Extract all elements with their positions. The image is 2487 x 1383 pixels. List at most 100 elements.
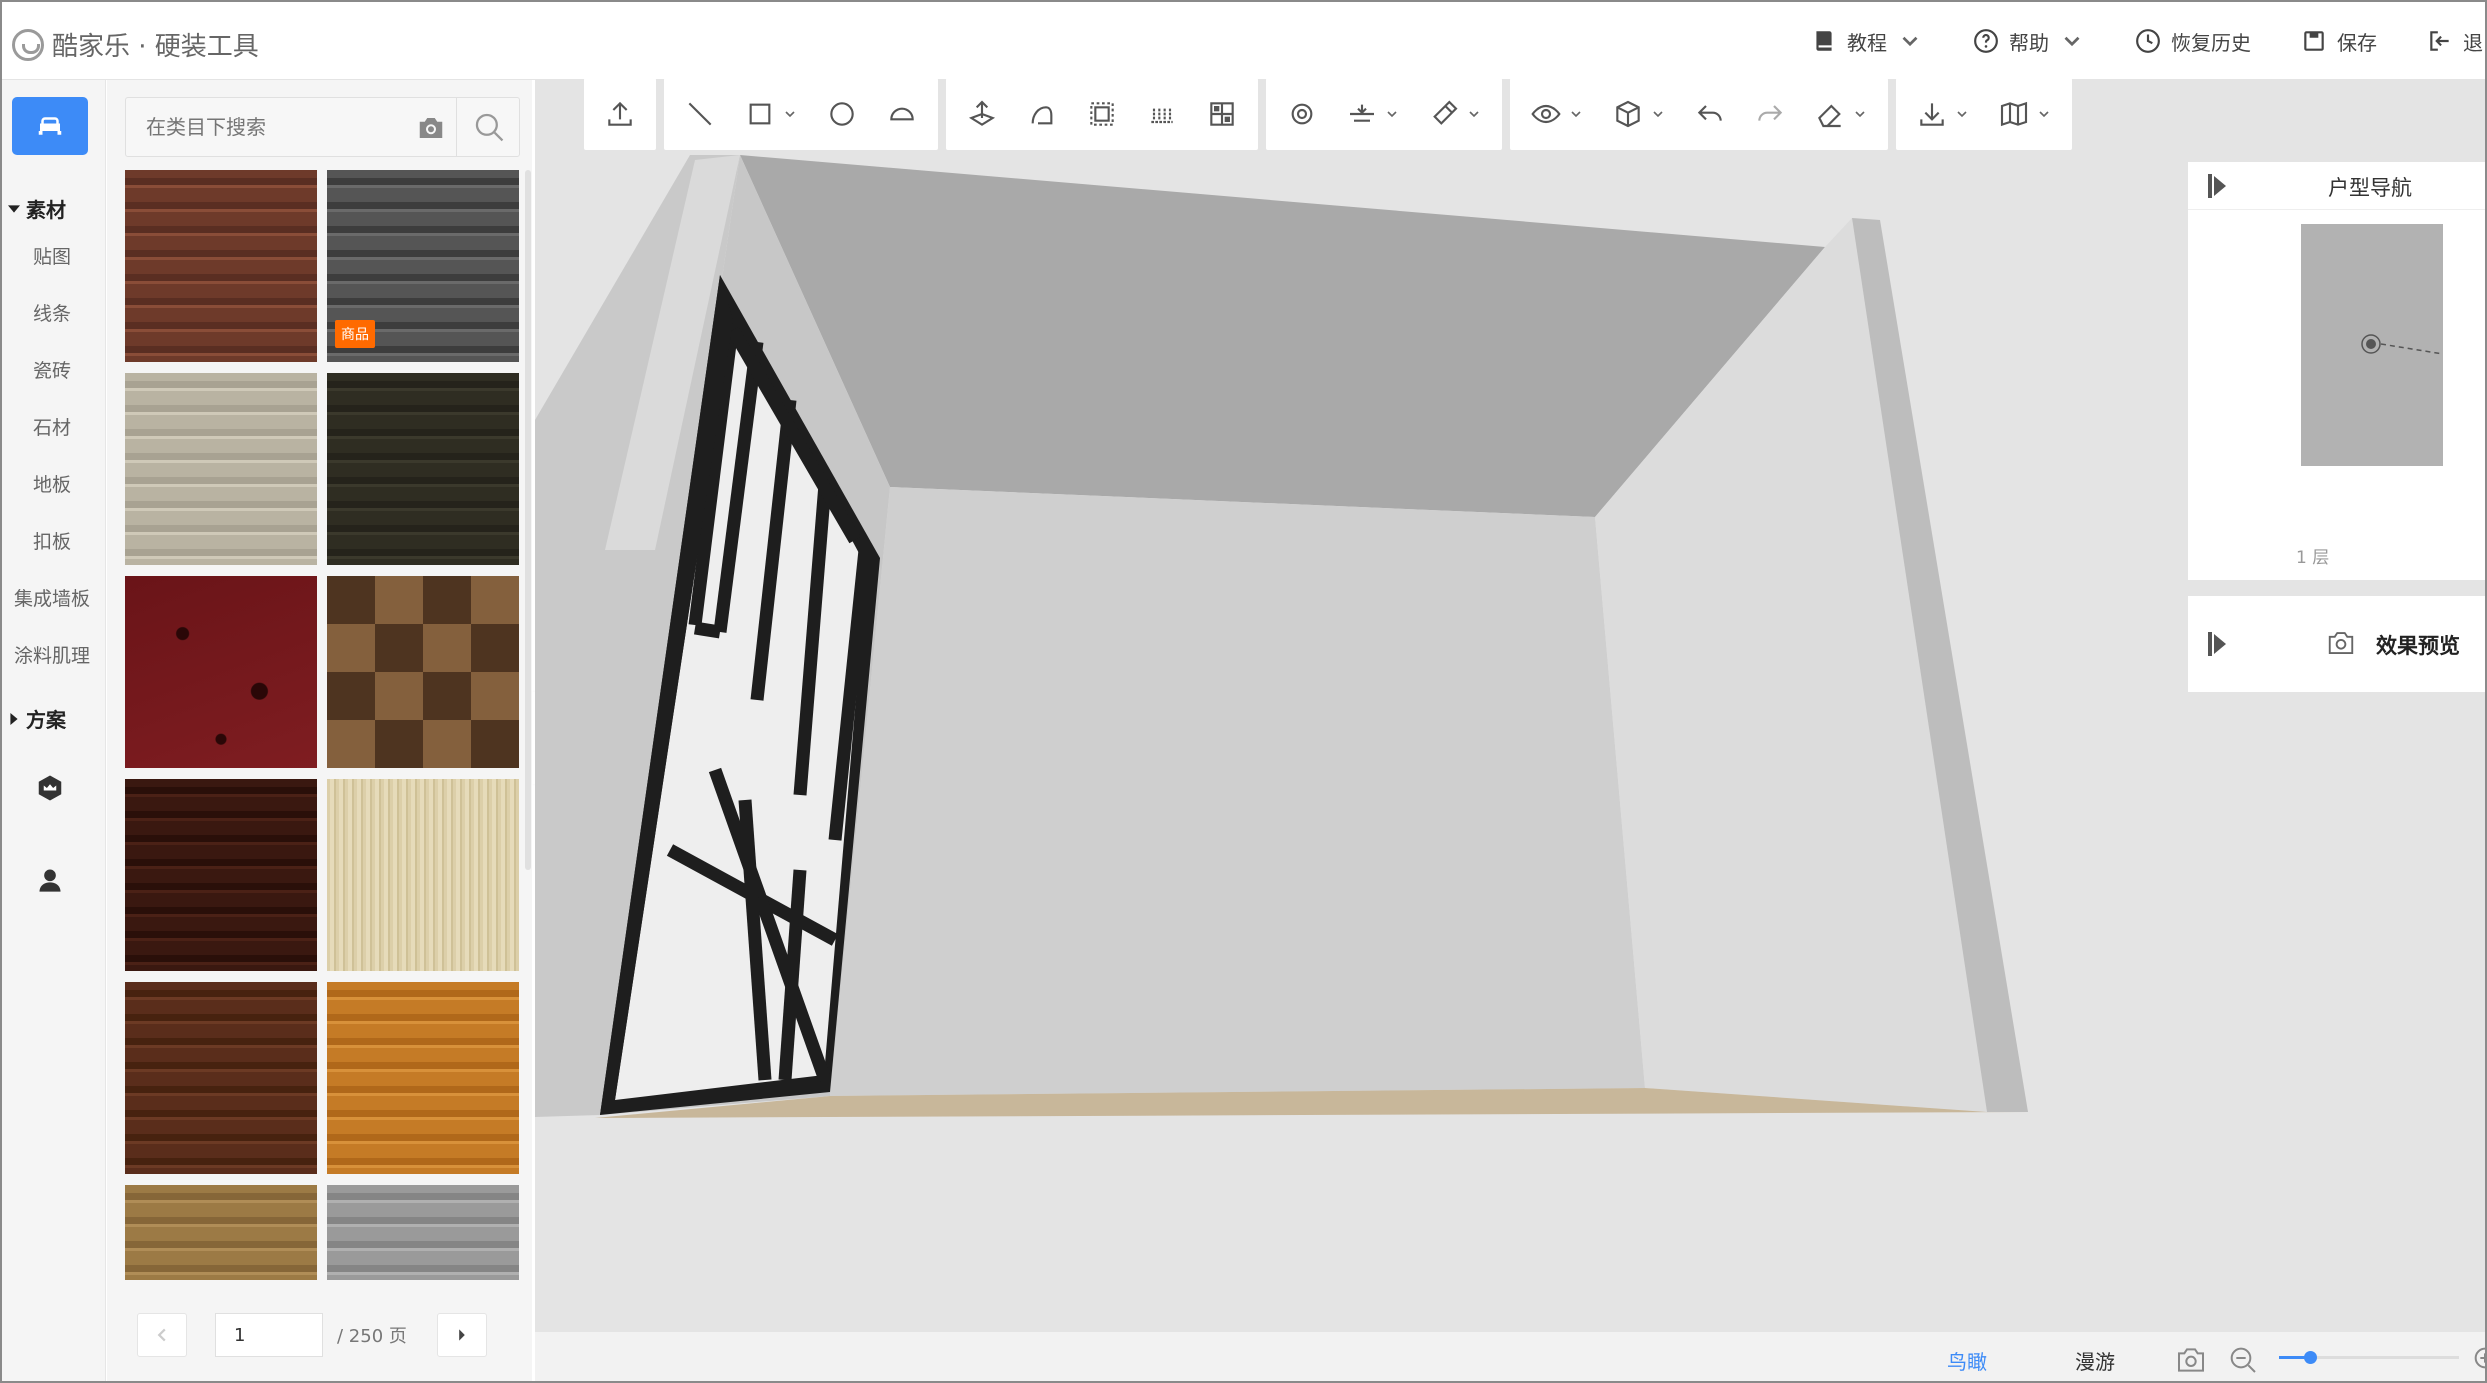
nav-item-tile[interactable]: 瓷砖 (2, 356, 102, 383)
search-button[interactable] (456, 98, 520, 156)
zoom-slider-handle[interactable] (2303, 1351, 2317, 1364)
nav-item-ceiling-panel[interactable]: 扣板 (2, 527, 102, 554)
zoom-out-icon[interactable] (2227, 1344, 2259, 1376)
material-tile-wood-dark-red[interactable] (125, 779, 317, 971)
page-number-input[interactable] (215, 1313, 323, 1357)
eraser-tool-button[interactable] (1800, 78, 1882, 150)
material-tile-cork-cream[interactable] (327, 779, 519, 971)
panel-toggle-icon[interactable] (2206, 632, 2230, 656)
visibility-tool-button[interactable] (1516, 78, 1598, 150)
floor-label[interactable]: 1 层 (2296, 543, 2329, 568)
nav-item-moulding[interactable]: 线条 (2, 299, 102, 326)
material-tile-wood-dark-green[interactable] (327, 373, 519, 565)
material-tile-marble-dark-red[interactable] (125, 576, 317, 768)
help-menu[interactable]: 帮助 (1973, 27, 2085, 56)
download-icon (1920, 103, 1944, 126)
camera-icon (2328, 632, 2354, 654)
undo-button[interactable] (1680, 78, 1740, 150)
rectangle-tool-button[interactable] (730, 78, 812, 150)
exit-button[interactable]: 退出 (2427, 27, 2485, 56)
nav-item-texture[interactable]: 贴图 (2, 242, 102, 269)
toolbar-group-draw (664, 78, 938, 150)
app-logo[interactable]: 酷家乐 · 硬装工具 (12, 26, 259, 63)
panel-scrollbar[interactable] (525, 170, 531, 870)
search-input[interactable] (126, 98, 416, 156)
spiral-tool-button[interactable] (1272, 78, 1332, 150)
zoom-slider[interactable] (2279, 1351, 2459, 1364)
circle-icon (830, 102, 854, 126)
material-tile-wood-orange[interactable] (327, 982, 519, 1174)
material-tile-wood-silver[interactable] (327, 1185, 519, 1280)
preview-title[interactable]: 效果预览 (2376, 630, 2460, 660)
panel-toggle-icon[interactable] (2206, 174, 2230, 198)
nav-item-paint-texture[interactable]: 涂料肌理 (2, 641, 102, 668)
cube-tool-button[interactable] (1598, 78, 1680, 150)
line-tool-button[interactable] (670, 78, 730, 150)
sweep-tool-button[interactable] (1012, 78, 1072, 150)
toolbar-group-modeling (946, 78, 1258, 150)
upload-button[interactable] (590, 78, 650, 150)
prev-page-button[interactable] (137, 1313, 187, 1357)
chevron-down-icon (2039, 111, 2049, 118)
material-tile-wood-golden[interactable] (125, 1185, 317, 1280)
chevron-down-icon (2064, 36, 2080, 47)
top-header: 酷家乐 · 硬装工具 教程 帮助 恢复历史 保存 退 (2, 2, 2485, 80)
toolbar-group-import (584, 78, 656, 150)
header-actions: 教程 帮助 恢复历史 保存 退出 (1761, 2, 2485, 80)
chevron-left-icon (157, 1328, 166, 1342)
restore-history-button[interactable]: 恢复历史 (2135, 27, 2251, 56)
map-button[interactable] (1984, 78, 2066, 150)
section-plan-label: 方案 (26, 708, 66, 732)
restore-history-label: 恢复历史 (2171, 30, 2251, 55)
rectangle-icon (749, 103, 771, 125)
section-plan[interactable]: 方案 (8, 704, 66, 733)
region-tool-button[interactable] (1072, 78, 1132, 150)
nav-item-stone[interactable]: 石材 (2, 413, 102, 440)
download-button[interactable] (1902, 78, 1984, 150)
chevron-down-icon (1855, 111, 1865, 118)
tab-birdseye[interactable]: 鸟瞰 (1947, 1346, 1987, 1375)
nav-item-flooring[interactable]: 地板 (2, 470, 102, 497)
material-library-button[interactable] (12, 97, 88, 155)
redo-button[interactable] (1740, 78, 1800, 150)
toolbar-group-measure (1266, 78, 1502, 150)
camera-icon[interactable] (416, 113, 446, 143)
chevron-down-icon (1957, 111, 1967, 118)
enterprise-library-button[interactable] (32, 770, 68, 806)
search-icon (475, 113, 503, 142)
array-tool-button[interactable] (1132, 78, 1192, 150)
spiral-icon (1291, 103, 1313, 125)
my-library-button[interactable] (32, 862, 68, 898)
next-page-button[interactable] (436, 1313, 487, 1357)
extrude-tool-button[interactable] (952, 78, 1012, 150)
save-button[interactable]: 保存 (2301, 27, 2377, 56)
render-preview-panel: 效果预览 (2188, 596, 2485, 692)
navigator-title: 户型导航 (2328, 176, 2412, 200)
material-tile-wood-red-brown[interactable] (125, 170, 317, 362)
pagination: / 250 页 (137, 1310, 487, 1360)
region-icon (1090, 102, 1114, 126)
clock-icon (2136, 29, 2160, 53)
paint-tool-button[interactable] (1414, 78, 1496, 150)
section-material-label: 素材 (26, 198, 66, 222)
section-material[interactable]: 素材 (8, 194, 66, 223)
map-icon (2000, 101, 2028, 127)
camera-position-marker (2361, 334, 2444, 355)
screenshot-settings-icon[interactable] (2175, 1344, 2207, 1376)
align-tool-button[interactable] (1332, 78, 1414, 150)
material-tile-parquet-brown[interactable] (327, 576, 519, 768)
material-tile-wood-gray[interactable]: 商品 (327, 170, 519, 362)
circle-tool-button[interactable] (812, 78, 872, 150)
chevron-down-icon (1902, 36, 1918, 47)
tutorial-menu[interactable]: 教程 (1811, 27, 1923, 56)
zoom-in-icon[interactable] (2471, 1344, 2487, 1376)
arc-tool-button[interactable] (872, 78, 932, 150)
floorplan-minimap[interactable] (2301, 224, 2444, 466)
material-tile-wood-chestnut[interactable] (125, 982, 317, 1174)
grid-tool-button[interactable] (1192, 78, 1252, 150)
align-icon (1350, 104, 1374, 122)
tutorial-label: 教程 (1847, 30, 1887, 55)
nav-item-wall-panel[interactable]: 集成墙板 (2, 584, 102, 611)
tab-roam[interactable]: 漫游 (2075, 1346, 2115, 1375)
material-tile-wood-light-beige[interactable] (125, 373, 317, 565)
